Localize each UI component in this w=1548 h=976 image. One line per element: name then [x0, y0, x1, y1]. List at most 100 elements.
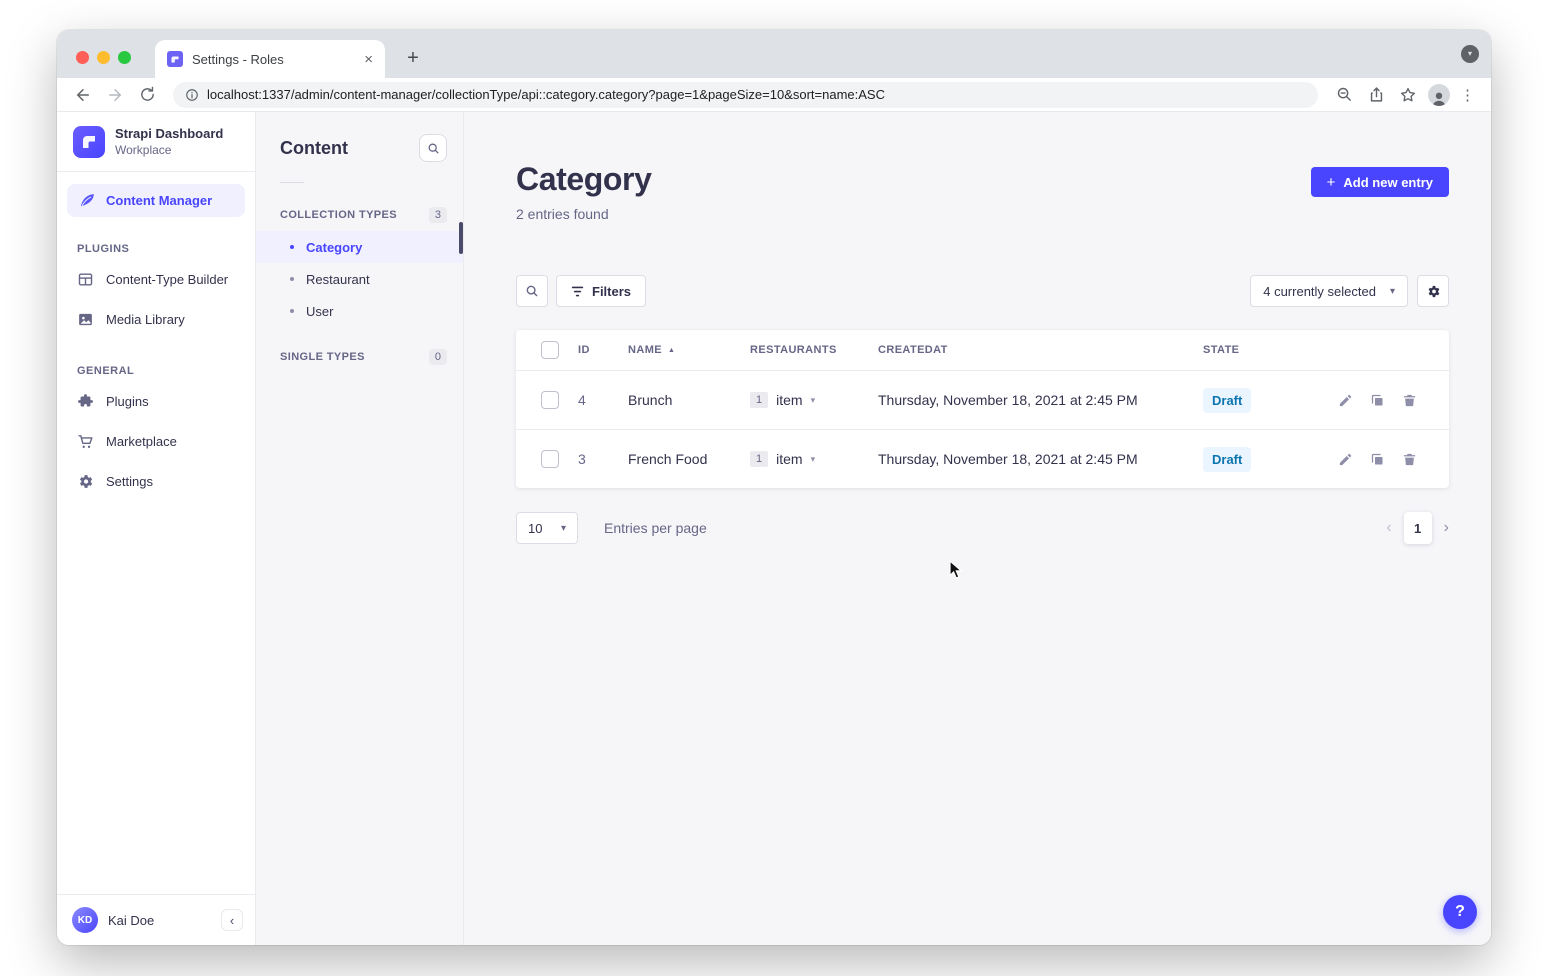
row-checkbox[interactable] [541, 391, 559, 409]
zoom-window-button[interactable] [118, 51, 131, 64]
collapse-sidebar-button[interactable]: ‹ [221, 909, 243, 931]
feather-pen-icon [79, 192, 96, 209]
cell-restaurants[interactable]: 1 item ▾ [750, 451, 878, 467]
bullet-icon [290, 277, 294, 281]
sidebar-item-label: Marketplace [106, 434, 177, 449]
table-settings-button[interactable] [1417, 275, 1449, 307]
subnav-item-user[interactable]: User [256, 295, 463, 327]
subnav-item-label: Category [306, 240, 362, 255]
question-mark-icon: ? [1455, 903, 1465, 921]
shopping-cart-icon [77, 433, 94, 450]
duplicate-button[interactable] [1370, 452, 1385, 467]
user-profile[interactable]: KD Kai Doe ‹ [57, 894, 255, 945]
collection-types-count-badge: 3 [429, 207, 447, 223]
subnav-search-button[interactable] [419, 134, 447, 162]
tab-title: Settings - Roles [192, 52, 355, 67]
filters-label: Filters [592, 284, 631, 299]
edit-button[interactable] [1338, 393, 1353, 408]
column-header-state[interactable]: STATE [1203, 344, 1303, 356]
strapi-favicon-icon [167, 51, 183, 67]
delete-button[interactable] [1402, 452, 1417, 467]
duplicate-button[interactable] [1370, 393, 1385, 408]
pagination: ‹ 1 › [1386, 512, 1449, 544]
browser-menu-icon[interactable]: ⋮ [1458, 86, 1477, 104]
content-subnav: Content COLLECTION TYPES 3 Category Rest… [256, 112, 464, 945]
state-badge: Draft [1203, 388, 1251, 413]
browser-window: Settings - Roles × + ▾ localhost:1337/ad… [57, 30, 1491, 945]
search-icon [525, 284, 539, 298]
table-row[interactable]: 4 Brunch 1 item ▾ Thursday, November 18,… [516, 370, 1449, 429]
entries-table: ID NAME▲ RESTAURANTS CREATEDAT STATE 4 B… [516, 330, 1449, 488]
single-types-group: SINGLE TYPES 0 [256, 349, 463, 365]
edit-button[interactable] [1338, 452, 1353, 467]
cell-name: French Food [628, 451, 750, 467]
sidebar-item-settings[interactable]: Settings [57, 461, 255, 501]
sidebar-item-content-type-builder[interactable]: Content-Type Builder [57, 259, 255, 299]
cell-name: Brunch [628, 392, 750, 408]
trash-icon [1402, 393, 1417, 408]
cell-id: 3 [578, 451, 628, 467]
user-name: Kai Doe [108, 913, 154, 928]
page-size-dropdown[interactable]: 10 ▾ [516, 512, 578, 544]
app-name: Strapi Dashboard [115, 126, 223, 142]
browser-tab[interactable]: Settings - Roles × [155, 40, 385, 78]
collection-types-label: COLLECTION TYPES [280, 209, 397, 221]
address-bar[interactable]: localhost:1337/admin/content-manager/col… [173, 82, 1318, 108]
back-button[interactable] [71, 83, 95, 107]
column-header-restaurants[interactable]: RESTAURANTS [750, 344, 878, 356]
share-icon[interactable] [1364, 83, 1388, 107]
browser-tabstrip: Settings - Roles × + ▾ [57, 30, 1491, 78]
add-new-entry-label: Add new entry [1343, 175, 1433, 190]
site-info-icon[interactable] [185, 88, 199, 102]
next-page-button[interactable]: › [1444, 520, 1449, 536]
tab-search-button[interactable]: ▾ [1461, 45, 1479, 63]
help-button[interactable]: ? [1443, 895, 1477, 929]
state-badge: Draft [1203, 447, 1251, 472]
cell-restaurants[interactable]: 1 item ▾ [750, 392, 878, 408]
sidebar-item-content-manager[interactable]: Content Manager [67, 184, 245, 217]
delete-button[interactable] [1402, 393, 1417, 408]
tab-close-icon[interactable]: × [364, 52, 373, 67]
select-all-checkbox[interactable] [541, 341, 559, 359]
subnav-scrollbar-thumb[interactable] [459, 222, 463, 254]
filter-icon [571, 286, 584, 297]
previous-page-button[interactable]: ‹ [1386, 520, 1391, 536]
subnav-item-label: User [306, 304, 333, 319]
forward-button[interactable] [103, 83, 127, 107]
filters-button[interactable]: Filters [556, 275, 646, 307]
columns-selected-dropdown[interactable]: 4 currently selected ▾ [1250, 275, 1408, 307]
add-new-entry-button[interactable]: + Add new entry [1311, 167, 1449, 197]
sidebar-item-plugins[interactable]: Plugins [57, 381, 255, 421]
sidebar-item-media-library[interactable]: Media Library [57, 299, 255, 339]
cell-createdat: Thursday, November 18, 2021 at 2:45 PM [878, 392, 1203, 408]
duplicate-icon [1370, 393, 1385, 408]
sidebar-section-plugins: PLUGINS [77, 243, 255, 255]
duplicate-icon [1370, 452, 1385, 467]
sort-asc-icon: ▲ [668, 347, 675, 354]
bookmark-star-icon[interactable] [1396, 83, 1420, 107]
url-text: localhost:1337/admin/content-manager/col… [207, 87, 885, 102]
column-header-id[interactable]: ID [578, 344, 628, 356]
zoom-search-icon[interactable] [1332, 83, 1356, 107]
columns-selected-value: 4 currently selected [1263, 284, 1376, 299]
row-checkbox[interactable] [541, 450, 559, 468]
restaurants-count-badge: 1 [750, 392, 768, 408]
browser-profile-avatar[interactable] [1428, 84, 1450, 106]
subnav-item-restaurant[interactable]: Restaurant [256, 263, 463, 295]
minimize-window-button[interactable] [97, 51, 110, 64]
new-tab-button[interactable]: + [400, 45, 426, 71]
table-row[interactable]: 3 French Food 1 item ▾ Thursday, Novembe… [516, 429, 1449, 488]
reload-button[interactable] [135, 83, 159, 107]
column-header-name[interactable]: NAME▲ [628, 344, 750, 356]
sidebar-item-marketplace[interactable]: Marketplace [57, 421, 255, 461]
chevron-down-icon: ▾ [561, 523, 566, 534]
table-search-button[interactable] [516, 275, 548, 307]
puzzle-icon [77, 393, 94, 410]
current-page-button[interactable]: 1 [1404, 512, 1432, 544]
strapi-app: Strapi Dashboard Workplace Content Manag… [57, 112, 1491, 945]
column-header-createdat[interactable]: CREATEDAT [878, 344, 1203, 356]
close-window-button[interactable] [76, 51, 89, 64]
subnav-item-category[interactable]: Category [256, 231, 463, 263]
workspace-switcher[interactable]: Strapi Dashboard Workplace [57, 112, 255, 172]
subnav-item-label: Restaurant [306, 272, 370, 287]
